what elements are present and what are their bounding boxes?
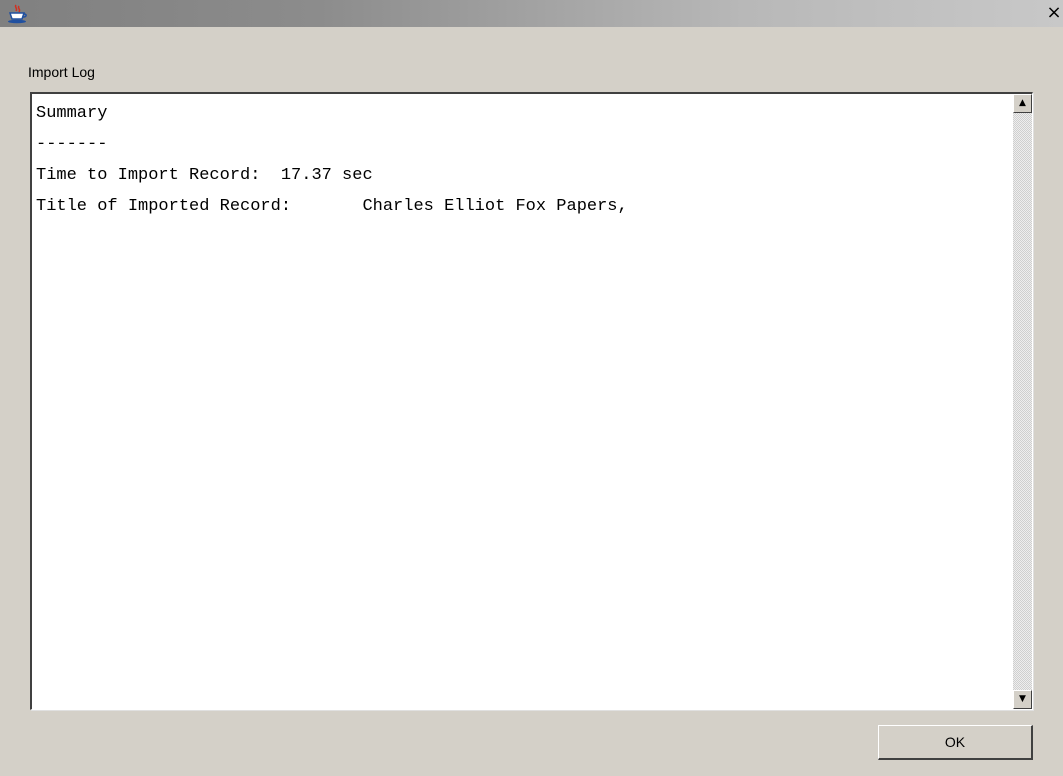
import-log-text-area[interactable]: Summary ------- Time to Import Record: 1… [30,92,1033,710]
import-log-label: Import Log [28,64,95,80]
import-log-dialog: × Import Log Summary ------- Time to Imp… [0,0,1063,776]
log-line: ------- [36,135,108,154]
log-content[interactable]: Summary ------- Time to Import Record: 1… [36,98,1010,222]
vertical-scrollbar[interactable]: ▲ ▼ [1013,94,1032,709]
java-coffee-cup-icon [7,4,29,24]
log-line: Summary [36,104,108,123]
scroll-up-button[interactable]: ▲ [1013,94,1032,113]
close-button[interactable]: × [1045,3,1063,23]
scroll-down-button[interactable]: ▼ [1013,690,1032,709]
log-line: Time to Import Record: 17.37 sec [36,166,373,185]
ok-button[interactable]: OK [878,725,1033,760]
title-bar[interactable]: × [0,0,1063,27]
log-line: Title of Imported Record: Charles Elliot… [36,197,628,216]
